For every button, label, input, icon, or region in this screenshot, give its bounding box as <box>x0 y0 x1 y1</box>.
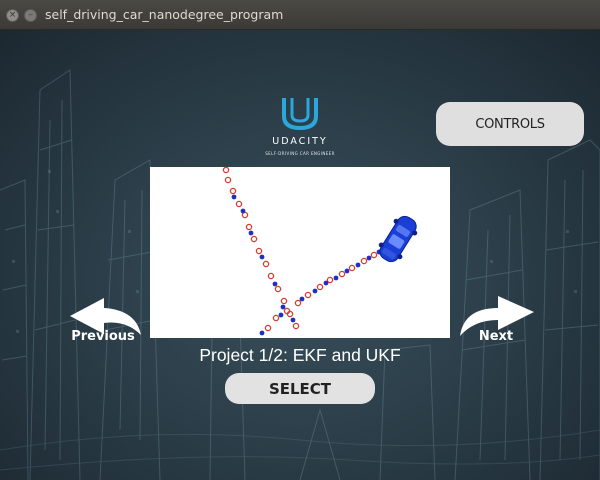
window-titlebar[interactable]: × – self_driving_car_nanodegree_program <box>0 0 600 30</box>
select-button[interactable]: SELECT <box>225 373 375 404</box>
project-title: Project 1/2: EKF and UKF <box>199 345 401 365</box>
next-button[interactable]: Next <box>468 329 524 344</box>
ekf-ukf-simulation-preview <box>222 167 418 336</box>
car-icon <box>378 215 418 263</box>
app-window: × – self_driving_car_nanodegree_program <box>0 0 600 480</box>
project-preview-image <box>150 167 450 338</box>
udacity-tagline: SELF-DRIVING CAR ENGINEER <box>265 151 335 156</box>
udacity-logo-icon <box>282 98 318 131</box>
controls-button[interactable]: CONTROLS <box>436 102 584 146</box>
window-title: self_driving_car_nanodegree_program <box>45 7 284 22</box>
previous-button[interactable]: Previous <box>66 329 140 344</box>
window-close-button[interactable]: × <box>6 9 19 22</box>
udacity-wordmark: UDACITY <box>272 136 328 147</box>
window-minimize-button[interactable]: – <box>24 9 37 22</box>
main-menu-screen: UDACITY SELF-DRIVING CAR ENGINEER CONTRO… <box>0 30 600 480</box>
